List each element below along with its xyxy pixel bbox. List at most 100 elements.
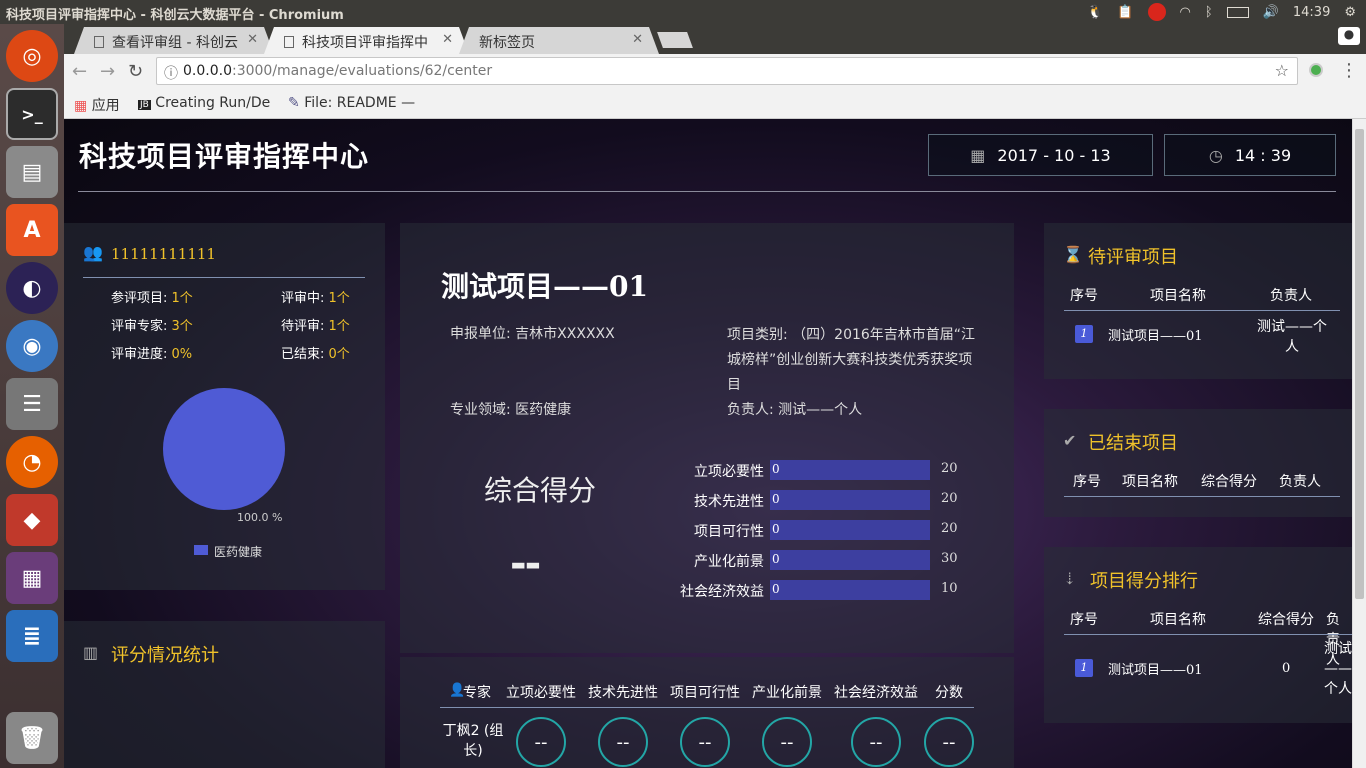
extension-icon[interactable]	[1309, 63, 1323, 77]
bookmark-apps[interactable]: ▦ 应用	[74, 95, 120, 115]
ranking-panel: ⇣ 项目得分排行 序号 项目名称 综合得分 负责人 1 测试项目——01 0 测…	[1044, 547, 1352, 723]
writer-icon[interactable]: ≣	[6, 610, 58, 662]
score-stats-panel: ▥ 评分情况统计	[64, 621, 385, 768]
pending-header: 项目名称	[1150, 288, 1206, 304]
scrollbar-thumb[interactable]	[1355, 129, 1364, 599]
file-manager-icon[interactable]: ▤	[6, 146, 58, 198]
pending-row[interactable]: 1 测试项目——01 测试——个人	[1044, 315, 1352, 355]
bookmark-readme[interactable]: ✎ File: README —	[288, 95, 415, 111]
finished-panel: ✔ 已结束项目 序号 项目名称 综合得分 负责人	[1044, 409, 1352, 517]
bluetooth-icon[interactable]: ᛒ	[1205, 5, 1213, 20]
settings-gear-icon[interactable]: ⚙	[1344, 5, 1356, 20]
expert-header: 项目可行性	[670, 685, 740, 701]
page-scrollbar[interactable]	[1352, 119, 1366, 768]
score-circle: --	[762, 717, 812, 767]
trash-icon[interactable]: 🗑	[6, 712, 58, 764]
finished-header-divider	[1064, 496, 1340, 497]
bookmark-star-icon[interactable]: ☆	[1275, 61, 1289, 80]
firefox-icon[interactable]: ◔	[6, 436, 58, 488]
tab-new-tab[interactable]: 新标签页 ✕	[459, 27, 659, 54]
users-icon: 👥	[83, 243, 103, 262]
expert-header: 社会经济效益	[834, 685, 918, 701]
stop-icon[interactable]	[1147, 3, 1166, 21]
project-category: 项目类别: （四）2016年吉林市首届“江城榜样”创业创新大赛科技类优秀获奖项目	[727, 327, 976, 393]
criterion-bar: 0	[770, 520, 930, 540]
close-tab-icon[interactable]: ✕	[632, 32, 643, 47]
project-unit: 申报单位: 吉林市XXXXXX	[450, 326, 615, 342]
tux-icon[interactable]: 🐧	[1087, 5, 1103, 20]
tab-command-center[interactable]: 科技项目评审指挥中 ✕	[264, 27, 469, 54]
chromium-icon[interactable]: ◉	[6, 320, 58, 372]
pending-project-name: 测试项目——01	[1108, 329, 1203, 344]
readme-icon: ✎	[288, 95, 300, 111]
stat-item: 已结束: 0个	[281, 347, 350, 362]
address-bar[interactable]: ⓘ 0.0.0.0:3000/manage/evaluations/62/cen…	[156, 57, 1298, 85]
volume-icon[interactable]: 🔊	[1263, 5, 1279, 20]
criterion-bar: 0	[770, 490, 930, 510]
wifi-icon[interactable]: ◠	[1180, 5, 1191, 20]
ranking-header: 序号	[1070, 612, 1098, 628]
ranking-row[interactable]: 1 测试项目——01 0 测试——个人	[1044, 637, 1352, 697]
legend-swatch	[194, 545, 208, 555]
terminal-icon[interactable]: >_	[6, 88, 58, 140]
ubuntu-logo-icon[interactable]: ◎	[6, 30, 58, 82]
browser-toolbar: ← → ↻ ⓘ 0.0.0.0:3000/manage/evaluations/…	[64, 54, 1366, 88]
project-leader: 负责人: 测试——个人	[727, 402, 863, 418]
clipboard-icon[interactable]: 📋	[1117, 5, 1133, 20]
criterion-max: 10	[941, 581, 958, 596]
new-tab-button[interactable]	[657, 32, 693, 48]
ranking-header: 项目名称	[1150, 612, 1206, 628]
git-icon[interactable]: ◆	[6, 494, 58, 546]
sort-icon: ⇣	[1063, 569, 1077, 588]
window-title: 科技项目评审指挥中心 - 科创云大数据平台 - Chromium	[6, 8, 344, 23]
tab-strip: 查看评审组 - 科创云 ✕ 科技项目评审指挥中 ✕ 新标签页 ✕ ●	[64, 24, 1366, 54]
url-path: :3000/manage/evaluations/62/center	[231, 63, 493, 79]
criterion-bar: 0	[770, 550, 930, 570]
browser-chrome: 查看评审组 - 科创云 ✕ 科技项目评审指挥中 ✕ 新标签页 ✕ ● ← → ↻…	[64, 24, 1366, 119]
group-name: 11111111111	[111, 245, 216, 263]
close-tab-icon[interactable]: ✕	[442, 32, 453, 47]
reload-icon[interactable]: ↻	[128, 61, 143, 82]
database-icon[interactable]: ☰	[6, 378, 58, 430]
clock[interactable]: 14:39	[1293, 5, 1330, 20]
page-icon	[94, 36, 104, 48]
stat-item: 评审专家: 3个	[111, 319, 193, 334]
score-circle: --	[598, 717, 648, 767]
forward-icon[interactable]: →	[100, 61, 115, 82]
finished-header: 序号	[1073, 474, 1101, 490]
close-tab-icon[interactable]: ✕	[247, 32, 258, 47]
pending-header: 负责人	[1270, 288, 1312, 304]
score-stats-title: 评分情况统计	[111, 645, 219, 666]
date-box: ▦ 2017 - 10 - 13	[928, 134, 1153, 176]
legend-label[interactable]: 医药健康	[214, 543, 262, 560]
ranking-header: 综合得分	[1258, 612, 1314, 628]
ranking-leader: 测试——个人	[1324, 641, 1352, 697]
pending-title: 待评审项目	[1088, 247, 1178, 268]
criterion-value: 0	[772, 462, 780, 476]
pie-slice[interactable]	[163, 388, 285, 510]
score-circle: --	[924, 717, 974, 767]
expert-score-panel: 👤 专家 立项必要性 技术先进性 项目可行性 产业化前景 社会经济效益 分数 丁…	[400, 657, 1014, 768]
stat-item: 参评项目: 1个	[111, 291, 193, 306]
project-title: 测试项目——01	[441, 270, 648, 303]
presentation-icon[interactable]: ▦	[6, 552, 58, 604]
back-icon[interactable]: ←	[72, 61, 87, 82]
menu-icon[interactable]: ⋮	[1340, 60, 1358, 81]
tab-review-group[interactable]: 查看评审组 - 科创云 ✕	[74, 27, 274, 54]
eclipse-icon[interactable]: ◐	[6, 262, 58, 314]
bookmark-creating-run[interactable]: JB Creating Run/De	[138, 95, 270, 111]
overall-score-title: 综合得分	[484, 474, 597, 507]
row-index-badge: 1	[1075, 325, 1093, 343]
criterion-value: 0	[772, 552, 780, 566]
page-title: 科技项目评审指挥中心	[79, 140, 370, 173]
profile-icon[interactable]: ●	[1338, 27, 1360, 45]
software-center-icon[interactable]: A	[6, 204, 58, 256]
score-circle: --	[516, 717, 566, 767]
battery-icon[interactable]	[1226, 6, 1249, 18]
expert-name: 丁枫2 (组长)	[442, 723, 504, 759]
pending-header-divider	[1064, 310, 1340, 311]
info-icon[interactable]: ⓘ	[164, 63, 178, 83]
finished-header: 综合得分	[1201, 474, 1257, 490]
time-box: ◷ 14 : 39	[1164, 134, 1336, 176]
stat-item: 评审中: 1个	[281, 291, 350, 306]
